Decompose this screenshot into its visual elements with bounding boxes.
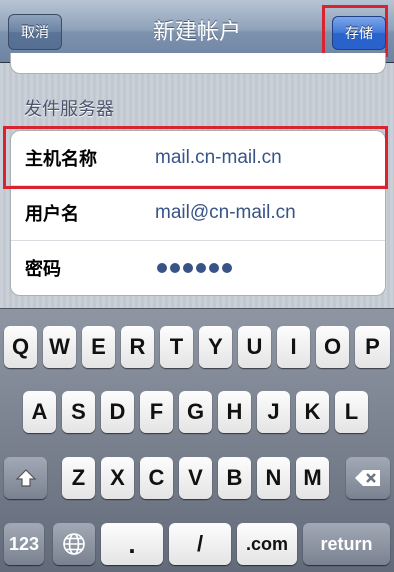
- password-label: 密码: [25, 259, 61, 280]
- key-j[interactable]: J: [257, 391, 290, 433]
- key-k[interactable]: K: [296, 391, 329, 433]
- slash-key[interactable]: /: [169, 523, 231, 565]
- delete-icon: [354, 468, 382, 488]
- shift-icon: [15, 468, 37, 488]
- key-v[interactable]: V: [179, 457, 212, 499]
- password-dot: [183, 263, 193, 273]
- key-h[interactable]: H: [218, 391, 251, 433]
- key-w[interactable]: W: [43, 326, 76, 368]
- hostname-highlight: [3, 126, 388, 189]
- password-dot: [157, 263, 167, 273]
- username-label: 用户名: [25, 204, 79, 225]
- key-m[interactable]: M: [296, 457, 329, 499]
- key-i[interactable]: I: [277, 326, 310, 368]
- key-q[interactable]: Q: [4, 326, 37, 368]
- key-r[interactable]: R: [121, 326, 154, 368]
- key-e[interactable]: E: [82, 326, 115, 368]
- globe-icon: [62, 532, 86, 556]
- username-row[interactable]: 用户名 mail@cn-mail.cn: [11, 186, 385, 241]
- key-p[interactable]: P: [355, 326, 390, 368]
- key-a[interactable]: A: [23, 391, 56, 433]
- return-key[interactable]: return: [303, 523, 390, 565]
- key-y[interactable]: Y: [199, 326, 232, 368]
- password-dot: [196, 263, 206, 273]
- dot-key[interactable]: .: [101, 523, 163, 565]
- dot-com-key[interactable]: .com: [237, 523, 297, 565]
- key-c[interactable]: C: [140, 457, 173, 499]
- username-field[interactable]: mail@cn-mail.cn: [155, 202, 296, 224]
- key-f[interactable]: F: [140, 391, 173, 433]
- password-row[interactable]: 密码: [11, 241, 385, 295]
- numbers-key[interactable]: 123: [4, 523, 44, 565]
- section-header-outgoing-server: 发件服务器: [24, 99, 114, 120]
- key-l[interactable]: L: [335, 391, 368, 433]
- delete-key[interactable]: [346, 457, 390, 499]
- key-s[interactable]: S: [62, 391, 95, 433]
- key-o[interactable]: O: [316, 326, 349, 368]
- save-button[interactable]: 存储: [332, 16, 386, 50]
- password-field[interactable]: [157, 263, 232, 273]
- globe-key[interactable]: [53, 523, 95, 565]
- password-dot: [222, 263, 232, 273]
- previous-group: [10, 53, 386, 74]
- key-t[interactable]: T: [160, 326, 193, 368]
- key-u[interactable]: U: [238, 326, 271, 368]
- keyboard: Q W E R T Y U I O P A S D F G H J K L Z …: [0, 308, 394, 572]
- shift-key[interactable]: [4, 457, 47, 499]
- key-b[interactable]: B: [218, 457, 251, 499]
- key-x[interactable]: X: [101, 457, 134, 499]
- password-dot: [209, 263, 219, 273]
- key-n[interactable]: N: [257, 457, 290, 499]
- key-z[interactable]: Z: [62, 457, 95, 499]
- key-g[interactable]: G: [179, 391, 212, 433]
- key-d[interactable]: D: [101, 391, 134, 433]
- password-dot: [170, 263, 180, 273]
